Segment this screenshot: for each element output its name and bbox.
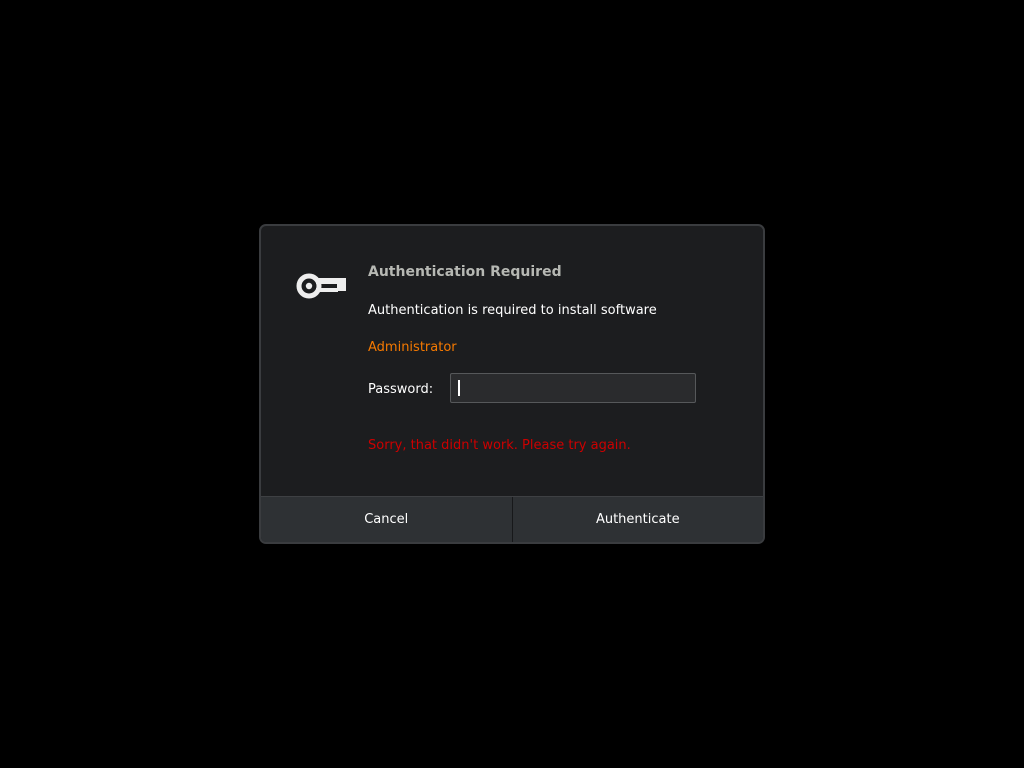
error-message: Sorry, that didn't work. Please try agai… [368, 438, 631, 453]
authentication-dialog: Authentication Required Authentication i… [259, 224, 765, 544]
password-label: Password: [368, 382, 434, 397]
user-name: Administrator [368, 340, 457, 355]
authenticate-button[interactable]: Authenticate [511, 497, 763, 542]
key-icon [296, 273, 346, 299]
button-bar: Cancel Authenticate [261, 496, 763, 542]
dialog-title: Authentication Required [368, 264, 562, 280]
password-input[interactable] [450, 373, 696, 403]
cancel-button[interactable]: Cancel [261, 497, 512, 542]
screen-background: Authentication Required Authentication i… [0, 0, 1024, 768]
text-caret [458, 380, 460, 396]
dialog-message: Authentication is required to install so… [368, 303, 657, 318]
